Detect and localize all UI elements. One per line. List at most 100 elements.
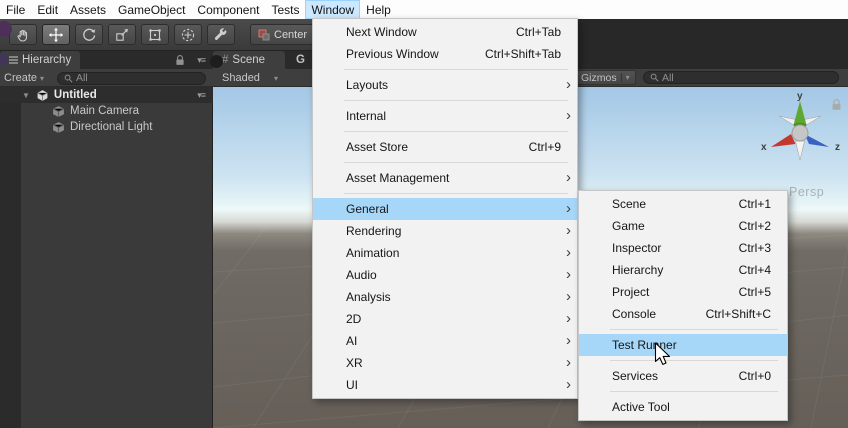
projection-label[interactable]: Persp [789, 185, 824, 199]
menu-gameobject[interactable]: GameObject [112, 0, 191, 19]
axis-y-label: y [797, 91, 803, 102]
pivot-icon [258, 29, 270, 41]
submenu-arrow-icon: › [566, 377, 571, 392]
scale-icon [114, 27, 130, 43]
gizmos-dropdown[interactable]: Gizmos ▾ [575, 70, 636, 85]
hierarchy-item-label: Directional Light [70, 121, 152, 133]
menu-item-2d[interactable]: 2D› [313, 308, 577, 330]
custom-tool-button[interactable] [207, 24, 235, 45]
menu-item-active-tool[interactable]: Active Tool [579, 396, 787, 418]
shortcut-label: Ctrl+3 [717, 241, 771, 255]
menu-item-analysis[interactable]: Analysis› [313, 286, 577, 308]
menu-help[interactable]: Help [360, 0, 397, 19]
pivot-center-button[interactable]: Center [250, 24, 315, 45]
rotate-tool-button[interactable] [75, 24, 103, 45]
menu-item-inspector[interactable]: InspectorCtrl+3 [579, 237, 787, 259]
menu-file[interactable]: File [0, 0, 31, 19]
shortcut-label: Ctrl+9 [507, 140, 561, 154]
submenu-arrow-icon: › [566, 201, 571, 216]
axis-x-label: x [761, 142, 767, 153]
scene-pane-menu-icon[interactable]: ▾≡ [197, 91, 205, 100]
gizmos-label: Gizmos [581, 72, 617, 84]
menu-item-console[interactable]: ConsoleCtrl+Shift+C [579, 303, 787, 325]
pivot-label: Center [274, 29, 307, 41]
menu-item-ui[interactable]: UI› [313, 374, 577, 396]
menu-edit[interactable]: Edit [31, 0, 64, 19]
menu-component[interactable]: Component [191, 0, 265, 19]
viewport-lock-icon[interactable] [831, 99, 842, 111]
rect-transform-icon [147, 27, 163, 43]
menu-item-asset-management[interactable]: Asset Management› [313, 167, 577, 189]
foldout-arrow-icon[interactable]: ▼ [22, 91, 30, 100]
move-tool-button[interactable] [42, 24, 70, 45]
lock-icon[interactable] [175, 55, 185, 66]
tab-game-partial[interactable]: G [296, 54, 305, 67]
hierarchy-item-label: Main Camera [70, 105, 139, 117]
cube-icon [52, 105, 65, 118]
main-menu-bar: File Edit Assets GameObject Component Te… [0, 0, 848, 19]
unity-scene-icon [36, 89, 49, 102]
menu-item-ai[interactable]: AI› [313, 330, 577, 352]
menu-tests[interactable]: Tests [265, 0, 305, 19]
submenu-arrow-icon: › [566, 311, 571, 326]
window-menu-dropdown: Next WindowCtrl+Tab Previous WindowCtrl+… [312, 18, 578, 399]
rect-tool-button[interactable] [141, 24, 169, 45]
scale-tool-button[interactable] [108, 24, 136, 45]
transform-tool-button[interactable] [174, 24, 202, 45]
shortcut-label: Ctrl+0 [717, 369, 771, 383]
menu-item-previous-window[interactable]: Previous WindowCtrl+Shift+Tab [313, 43, 577, 65]
create-label: Create [4, 72, 37, 84]
hand-icon [15, 27, 31, 43]
shortcut-label: Ctrl+1 [717, 197, 771, 211]
caret-down-icon: ▾ [40, 74, 44, 83]
pane-menu-icon[interactable]: ▾≡ [197, 56, 205, 65]
panel-lines-icon [9, 56, 18, 64]
tab-scene[interactable]: # Scene [213, 51, 285, 69]
create-button[interactable]: Create ▾ [4, 70, 44, 86]
menu-item-rendering[interactable]: Rendering› [313, 220, 577, 242]
submenu-arrow-icon: › [566, 333, 571, 348]
tab-hierarchy[interactable]: Hierarchy [0, 51, 80, 69]
menu-separator [344, 162, 568, 163]
hierarchy-search-text: All [76, 72, 88, 84]
menu-item-asset-store[interactable]: Asset StoreCtrl+9 [313, 136, 577, 158]
toolbar-dark-region [578, 18, 848, 69]
menu-separator [344, 100, 568, 101]
submenu-arrow-icon: › [566, 289, 571, 304]
menu-item-audio[interactable]: Audio› [313, 264, 577, 286]
menu-item-project[interactable]: ProjectCtrl+5 [579, 281, 787, 303]
hierarchy-item-directional-light[interactable]: Directional Light [21, 119, 212, 135]
axis-z-label: z [835, 142, 840, 153]
menu-item-hierarchy[interactable]: HierarchyCtrl+4 [579, 259, 787, 281]
menu-window[interactable]: Window [305, 0, 360, 19]
shortcut-label: Ctrl+4 [717, 263, 771, 277]
shortcut-label: Ctrl+2 [717, 219, 771, 233]
scene-search-input[interactable]: All [643, 71, 839, 84]
menu-item-game[interactable]: GameCtrl+2 [579, 215, 787, 237]
scene-row-untitled[interactable]: ▼ Untitled ▾≡ [0, 87, 213, 103]
menu-separator [610, 360, 778, 361]
submenu-arrow-icon: › [566, 267, 571, 282]
menu-item-layouts[interactable]: Layouts› [313, 74, 577, 96]
tab-scene-label: Scene [232, 54, 265, 66]
scene-search-text: All [662, 72, 674, 84]
hierarchy-search-input[interactable]: All [57, 72, 206, 85]
submenu-arrow-icon: › [566, 355, 571, 370]
hand-tool-button[interactable] [9, 24, 37, 45]
menu-item-services[interactable]: ServicesCtrl+0 [579, 365, 787, 387]
menu-item-test-runner[interactable]: Test Runner [579, 334, 787, 356]
menu-item-animation[interactable]: Animation› [313, 242, 577, 264]
menu-item-general[interactable]: General› [313, 198, 577, 220]
menu-item-xr[interactable]: XR› [313, 352, 577, 374]
search-icon [64, 74, 73, 83]
caret-down-icon: ▾ [621, 73, 630, 82]
menu-item-scene[interactable]: SceneCtrl+1 [579, 193, 787, 215]
menu-separator [344, 69, 568, 70]
submenu-arrow-icon: › [566, 223, 571, 238]
menu-item-internal[interactable]: Internal› [313, 105, 577, 127]
submenu-arrow-icon: › [566, 77, 571, 92]
menu-item-next-window[interactable]: Next WindowCtrl+Tab [313, 21, 577, 43]
menu-assets[interactable]: Assets [64, 0, 112, 19]
draw-mode-dropdown[interactable]: Shaded ▾ [222, 70, 278, 86]
hierarchy-item-main-camera[interactable]: Main Camera [21, 103, 212, 119]
